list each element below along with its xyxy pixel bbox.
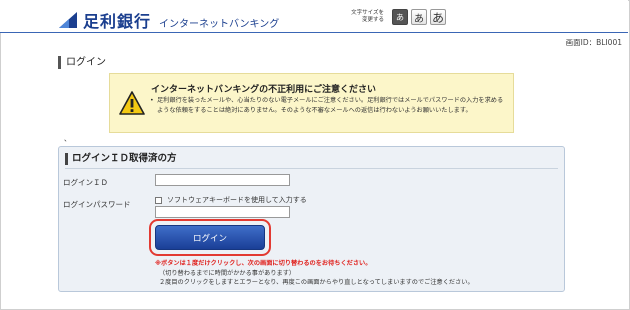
fraud-warning-panel: インターネットバンキングの不正利用にご注意ください 足利銀行を装ったメールや、心… bbox=[109, 73, 514, 133]
page-title: ログイン bbox=[58, 56, 106, 69]
warning-title: インターネットバンキングの不正利用にご注意ください bbox=[151, 85, 377, 95]
warning-body: 足利銀行を装ったメールや、心当たりのない電子メールにご注意ください。足利銀行では… bbox=[150, 96, 509, 115]
software-keyboard-option[interactable]: ソフトウェアキーボードを使用して入力する bbox=[155, 195, 307, 205]
text-size-label: 文字サイズを変更する bbox=[351, 10, 384, 23]
login-panel: ログインＩＤ取得済の方 ログインＩＤ ログインパスワード ソフトウェアキーボード… bbox=[58, 146, 565, 292]
login-id-input[interactable] bbox=[155, 174, 290, 186]
text-size-large-button[interactable]: あ bbox=[430, 9, 446, 25]
login-id-label: ログインＩＤ bbox=[63, 178, 108, 187]
software-keyboard-label: ソフトウェアキーボードを使用して入力する bbox=[167, 196, 307, 204]
bank-logo[interactable]: 足利銀行 インターネットバンキング bbox=[58, 8, 279, 32]
bank-name: 足利銀行 bbox=[83, 12, 152, 31]
click-once-notice: ※ボタンは１度だけクリックし、次の画面に切り替わるのをお待ちください。 bbox=[155, 260, 372, 267]
double-click-warning: ２度目のクリックをしますとエラーとなり、再度この画面からやり直しとなってしまいま… bbox=[159, 279, 474, 286]
header: 足利銀行 インターネットバンキング 文字サイズを変更する あ あ あ bbox=[0, 0, 628, 33]
login-button[interactable]: ログイン bbox=[155, 225, 265, 250]
text-size-switcher: 文字サイズを変更する あ あ あ bbox=[346, 9, 446, 25]
service-name: インターネットバンキング bbox=[159, 18, 280, 30]
divider bbox=[65, 168, 558, 169]
stray-mark: 、 bbox=[64, 135, 71, 143]
warning-triangle-icon bbox=[119, 91, 145, 115]
text-size-medium-button[interactable]: あ bbox=[411, 9, 427, 25]
software-keyboard-checkbox[interactable] bbox=[155, 196, 162, 204]
screen-id: 画面ID：BLI001 bbox=[565, 38, 622, 47]
login-password-label: ログインパスワード bbox=[63, 200, 131, 209]
login-password-input[interactable] bbox=[155, 206, 290, 218]
wait-notice: （切り替わるまでに時間がかかる事があります） bbox=[159, 270, 296, 277]
text-size-small-button[interactable]: あ bbox=[392, 9, 408, 25]
login-section-title: ログインＩＤ取得済の方 bbox=[65, 153, 177, 165]
bank-logo-icon bbox=[58, 11, 78, 29]
